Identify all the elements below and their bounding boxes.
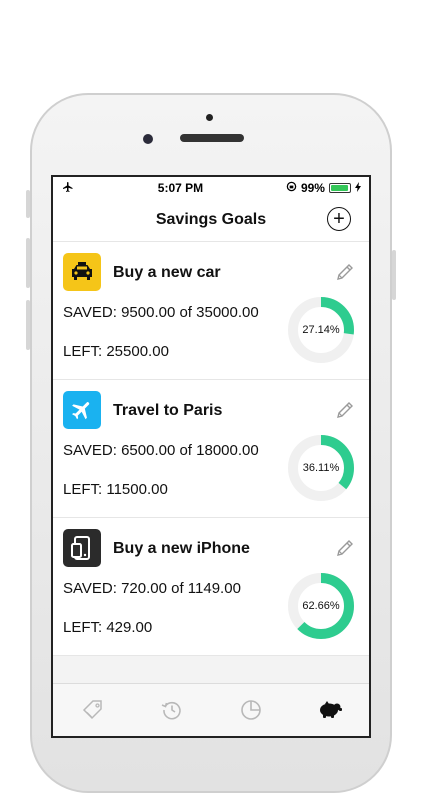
tab-bar xyxy=(53,683,369,736)
edit-pencil-icon[interactable] xyxy=(335,538,355,558)
page-title: Savings Goals xyxy=(155,211,267,228)
left-amount: LEFT: 429.00 xyxy=(63,619,153,636)
tag-icon[interactable] xyxy=(78,695,108,725)
progress-percent: 36.11% xyxy=(302,462,340,474)
taxi-icon xyxy=(63,253,101,291)
volume-up-button xyxy=(26,238,30,288)
power-button xyxy=(392,250,396,300)
saved-amount: SAVED: 9500.00 of 35000.00 xyxy=(63,304,259,321)
goal-card[interactable]: Buy a new iPhone SAVED: 720.00 of 1149.0… xyxy=(53,518,369,656)
phone-icon xyxy=(63,529,101,567)
navigation-bar: Savings Goals + xyxy=(53,199,369,242)
status-right: 99% xyxy=(286,181,361,195)
status-bar: 5:07 PM 99% xyxy=(53,177,369,199)
goal-name: Travel to Paris xyxy=(113,402,223,419)
history-icon[interactable] xyxy=(157,695,187,725)
battery-icon xyxy=(328,183,351,193)
goal-name: Buy a new car xyxy=(113,264,221,281)
airplane-mode-icon xyxy=(61,181,75,196)
pie-chart-icon[interactable] xyxy=(236,695,266,725)
app-screen: 5:07 PM 99% Savings Goals + Buy a new ca… xyxy=(51,175,371,738)
left-amount: LEFT: 25500.00 xyxy=(63,343,169,360)
earpiece-speaker xyxy=(180,134,244,142)
add-goal-button[interactable]: + xyxy=(327,207,351,231)
volume-down-button xyxy=(26,300,30,350)
airplane-icon xyxy=(63,391,101,429)
saved-amount: SAVED: 6500.00 of 18000.00 xyxy=(63,442,259,459)
piggy-bank-icon[interactable] xyxy=(315,695,345,725)
battery-percent: 99% xyxy=(300,181,325,195)
proximity-sensor xyxy=(206,114,213,121)
edit-pencil-icon[interactable] xyxy=(335,400,355,420)
silent-switch xyxy=(26,190,30,218)
status-time: 5:07 PM xyxy=(157,181,204,195)
edit-pencil-icon[interactable] xyxy=(335,262,355,282)
front-camera xyxy=(143,134,153,144)
progress-percent: 62.66% xyxy=(302,600,340,612)
progress-percent: 27.14% xyxy=(302,324,340,336)
goal-card[interactable]: Travel to Paris SAVED: 6500.00 of 18000.… xyxy=(53,380,369,518)
left-amount: LEFT: 11500.00 xyxy=(63,481,168,498)
charging-icon xyxy=(354,181,361,195)
goal-card[interactable]: Buy a new car SAVED: 9500.00 of 35000.00… xyxy=(53,242,369,380)
goal-list: Buy a new car SAVED: 9500.00 of 35000.00… xyxy=(53,242,369,656)
goal-name: Buy a new iPhone xyxy=(113,540,250,557)
rotation-lock-icon xyxy=(286,181,297,195)
saved-amount: SAVED: 720.00 of 1149.00 xyxy=(63,580,241,597)
